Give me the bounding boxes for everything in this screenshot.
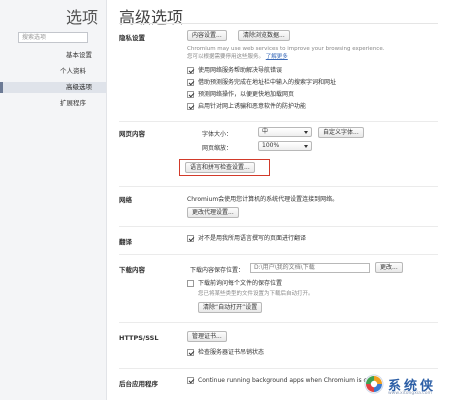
ask-save-location-label: 下载前询问每个文件的保存位置: [198, 280, 283, 287]
clear-browsing-data-button[interactable]: 清除浏览数据...: [238, 30, 290, 41]
watermark: 系统侠 www.xitongxia.com: [364, 372, 456, 396]
section-label-translate: 翻译: [119, 238, 132, 246]
translate-option-row[interactable]: 对不是用我所用语言撰写的页面进行翻译: [187, 234, 306, 243]
section-label-web-content: 网页内容: [119, 130, 145, 138]
privacy-hint-text: 您可以根据需要停用这些服务。: [187, 54, 265, 60]
content-settings-button[interactable]: 内容设置...: [187, 30, 227, 41]
sidebar-item-personal[interactable]: 个人资料: [0, 66, 106, 77]
section-label-network: 网络: [119, 196, 132, 204]
page-title: 高级选项: [119, 8, 184, 27]
chevron-down-icon: [304, 145, 308, 148]
section-divider: [119, 121, 438, 122]
privacy-option-label: 使用网络服务帮助解决导航错误: [198, 67, 283, 74]
section-divider: [119, 186, 438, 187]
checkbox-checked[interactable]: [187, 66, 194, 74]
watermark-logo-icon: [364, 374, 384, 394]
change-download-location-button[interactable]: 更改...: [375, 262, 403, 273]
privacy-option-row[interactable]: 启用针对网上诱骗和恶意软件的防护功能: [187, 102, 306, 111]
background-apps-label: Continue running background apps when Ch…: [198, 377, 367, 384]
privacy-option-row[interactable]: 使用网络服务帮助解决导航错误: [187, 66, 282, 75]
privacy-hint-line2: 您可以根据需要停用这些服务。 了解更多: [187, 54, 288, 61]
page-zoom-label: 网页缩放：: [202, 145, 233, 152]
download-location-label: 下载内容保存位置：: [190, 267, 245, 274]
privacy-option-label: 启用针对网上诱骗和恶意软件的防护功能: [198, 103, 307, 110]
privacy-option-label: 预测网络操作，以便更快地加载网页: [198, 91, 295, 98]
change-proxy-button[interactable]: 更改代理设置...: [187, 207, 239, 218]
download-location-field[interactable]: D:\用户\我的文档\下载: [250, 263, 370, 273]
checkbox-checked[interactable]: [187, 234, 194, 242]
sidebar-item-advanced[interactable]: 高级选项: [0, 82, 106, 93]
privacy-option-row[interactable]: 借助预测服务完成在地址栏中输入的搜索字词和网址: [187, 78, 336, 87]
section-label-https: HTTPS/SSL: [119, 334, 159, 342]
font-size-select[interactable]: 中: [258, 127, 312, 137]
privacy-option-label: 借助预测服务完成在地址栏中输入的搜索字词和网址: [198, 79, 337, 86]
sidebar-item-basics[interactable]: 基本设置: [0, 50, 106, 61]
section-divider: [119, 368, 438, 369]
section-divider: [119, 226, 438, 227]
section-divider: [119, 254, 438, 255]
network-description: Chromium会使用您计算机的系统代理设置连接到网络。: [187, 196, 339, 203]
customize-fonts-button[interactable]: 自定义字体...: [318, 127, 364, 138]
sidebar: 选项 搜索选项 基本设置 个人资料 高级选项 扩展程序: [0, 0, 107, 400]
checkbox-checked[interactable]: [187, 90, 194, 98]
ask-save-location-row[interactable]: 下载前询问每个文件的保存位置: [187, 279, 282, 288]
page-zoom-value: 100%: [262, 142, 280, 149]
translate-option-label: 对不是用我所用语言撰写的页面进行翻译: [198, 235, 307, 242]
checkbox-checked[interactable]: [187, 348, 194, 356]
font-size-label: 字体大小：: [202, 131, 233, 138]
watermark-url: www.xitongxia.com: [388, 391, 432, 396]
sidebar-item-extensions[interactable]: 扩展程序: [0, 98, 106, 109]
highlight-box: [179, 159, 270, 176]
auto-open-hint: 您已将某些类型的文件设置为下载后自动打开。: [198, 291, 314, 297]
learn-more-link[interactable]: 了解更多: [266, 54, 288, 60]
font-size-value: 中: [262, 128, 269, 135]
background-apps-row[interactable]: Continue running background apps when Ch…: [187, 376, 367, 385]
section-label-background-apps: 后台应用程序: [119, 380, 158, 388]
checkbox-checked[interactable]: [187, 376, 194, 384]
sidebar-title: 选项: [66, 8, 99, 27]
title-divider: [119, 23, 438, 24]
manage-certificates-button[interactable]: 管理证书...: [187, 331, 227, 342]
checkbox-checked[interactable]: [187, 102, 194, 110]
page-zoom-select[interactable]: 100%: [258, 141, 312, 151]
privacy-option-row[interactable]: 预测网络操作，以便更快地加载网页: [187, 90, 294, 99]
chevron-down-icon: [304, 131, 308, 134]
revocation-check-row[interactable]: 检查服务器证书吊销状态: [187, 348, 264, 357]
checkbox-unchecked[interactable]: [187, 279, 194, 287]
section-divider: [119, 322, 438, 323]
search-input[interactable]: 搜索选项: [18, 32, 88, 43]
section-label-downloads: 下载内容: [119, 266, 145, 274]
privacy-hint-line1: Chromium may use web services to improve…: [187, 46, 385, 52]
checkbox-checked[interactable]: [187, 78, 194, 86]
clear-auto-open-button[interactable]: 清除“自动打开”设置: [198, 302, 263, 313]
section-label-privacy: 隐私设置: [119, 34, 145, 42]
revocation-check-label: 检查服务器证书吊销状态: [198, 349, 265, 356]
